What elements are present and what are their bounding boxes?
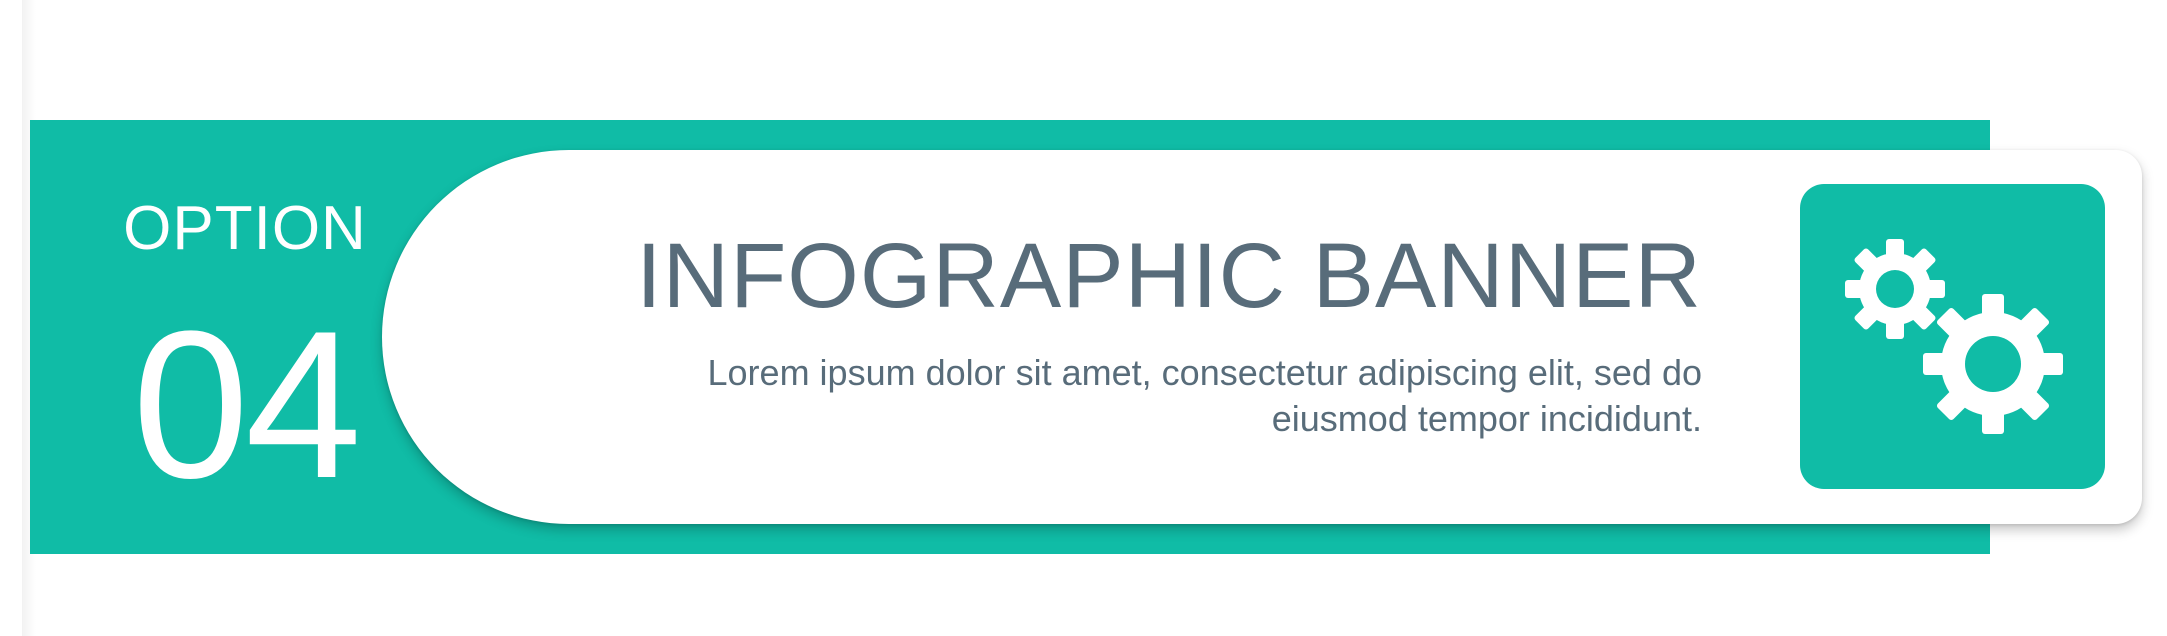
banner-description: Lorem ipsum dolor sit amet, consectetur … — [707, 352, 1702, 439]
icon-box — [1800, 184, 2105, 489]
option-block: OPTION 04 — [60, 120, 430, 554]
banner-title: INFOGRAPHIC BANNER — [636, 225, 1702, 327]
option-number: 04 — [132, 287, 362, 522]
option-label: OPTION — [123, 194, 367, 263]
gears-icon — [1845, 239, 2063, 434]
infographic-banner: OPTION 04 INFOGRAPHIC BANNER Lorem ipsum… — [0, 0, 2167, 636]
